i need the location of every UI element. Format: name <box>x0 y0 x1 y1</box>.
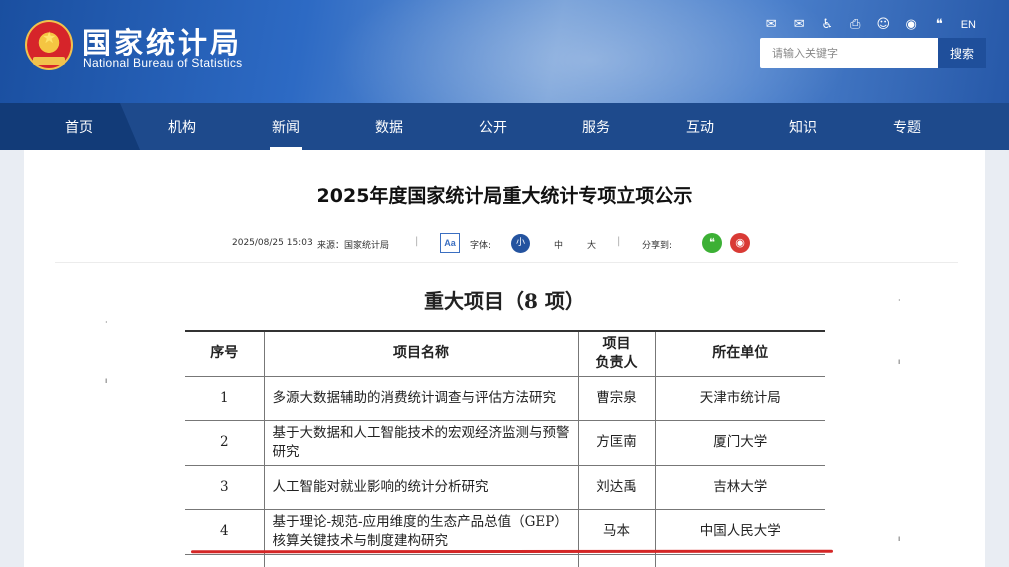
nav-item-services[interactable]: 服务 <box>556 103 636 150</box>
nav-item-institutions[interactable]: 机构 <box>142 103 222 150</box>
column-header-unit: 所在单位 <box>654 330 825 377</box>
highlight-underline <box>190 549 834 554</box>
row-no: 2 <box>185 420 265 466</box>
nav-item-topics[interactable]: 专题 <box>867 103 947 150</box>
row-no <box>185 554 265 567</box>
nav-item-data[interactable]: 数据 <box>349 103 429 150</box>
wechat-icon[interactable]: ❝ <box>930 17 949 33</box>
scan-speck: ı <box>105 376 108 385</box>
row-leader <box>577 554 656 567</box>
scan-speck: ı <box>898 357 901 366</box>
weibo-icon[interactable]: ◉ <box>902 17 921 33</box>
article-source: 来源：国家统计局 <box>317 241 390 251</box>
row-project-name: 基于大数据和人工智能技术的宏观经济监测与预警研究 <box>263 420 579 466</box>
row-unit: 厦门大学 <box>654 420 825 466</box>
top-utility-icons: ✉ ✉ ♿ ⎙ ☺ ◉ ❝ EN <box>762 17 976 33</box>
nav-item-public[interactable]: 公开 <box>453 103 533 150</box>
font-size-small-button[interactable]: 小 <box>511 234 530 253</box>
national-emblem-logo[interactable]: ★ <box>25 20 73 70</box>
accessible-reading-button[interactable]: Aa <box>440 233 460 253</box>
site-header: ★ 国家统计局 National Bureau of Statistics ✉ … <box>0 0 1009 103</box>
row-no: 3 <box>185 465 265 510</box>
column-header-name: 项目名称 <box>263 330 579 377</box>
nav-item-news[interactable]: 新闻 <box>246 103 326 150</box>
row-leader: 曹宗泉 <box>577 376 656 421</box>
article-container: 2025年度国家统计局重大统计专项立项公示 2025/08/25 15:03 来… <box>24 150 985 567</box>
article-date: 2025/08/25 15:03 <box>232 238 313 248</box>
row-unit: 天津市统计局 <box>654 376 825 421</box>
row-project-name <box>263 554 579 567</box>
meta-separator: | <box>415 236 419 247</box>
scan-speck: · <box>898 296 901 305</box>
share-wechat-icon[interactable]: ❝ <box>702 233 722 253</box>
print-icon[interactable]: ⎙ <box>846 17 865 33</box>
projects-table: 序号 项目名称 项目 负责人 所在单位 1 多源大数据辅助的消费统计调查与评估方… <box>185 330 825 567</box>
nav-item-knowledge[interactable]: 知识 <box>763 103 843 150</box>
font-size-large-button[interactable]: 大 <box>587 238 596 251</box>
column-header-leader: 项目 负责人 <box>577 330 656 377</box>
table-row: 4 基于理论-规范-应用维度的生态产品总值（GEP）核算关键技术与制度建构研究 … <box>185 509 825 555</box>
mail-icon[interactable]: ✉ <box>762 17 781 33</box>
scan-speck: · <box>105 318 108 327</box>
table-row: 1 多源大数据辅助的消费统计调查与评估方法研究 曹宗泉 天津市统计局 <box>185 376 825 421</box>
article-meta: 2025/08/25 15:03 来源：国家统计局 | Aa 字体: 小 中 大… <box>24 233 985 255</box>
nav-item-interaction[interactable]: 互动 <box>660 103 740 150</box>
column-header-leader-line2: 负责人 <box>595 354 638 371</box>
mailbox-icon[interactable]: ✉ <box>790 17 809 33</box>
row-unit: 中国人民大学 <box>654 509 825 555</box>
row-leader: 刘达禹 <box>577 465 656 510</box>
share-label: 分享到: <box>642 241 673 251</box>
search-button[interactable]: 搜索 <box>938 38 986 68</box>
table-row: 2 基于大数据和人工智能技术的宏观经济监测与预警研究 方匡南 厦门大学 <box>185 420 825 466</box>
site-logo-english[interactable]: National Bureau of Statistics <box>83 56 242 70</box>
search-input[interactable] <box>760 38 938 68</box>
column-header-no: 序号 <box>185 330 265 377</box>
robot-icon[interactable]: ☺ <box>874 17 893 33</box>
row-project-name: 人工智能对就业影响的统计分析研究 <box>263 465 579 510</box>
row-project-name: 多源大数据辅助的消费统计调查与评估方法研究 <box>263 376 579 421</box>
column-header-leader-line1: 项目 <box>602 335 631 352</box>
meta-separator: | <box>617 236 621 247</box>
nav-item-home[interactable]: 首页 <box>39 103 119 150</box>
scan-speck: ı <box>898 534 901 543</box>
row-no: 4 <box>185 509 265 555</box>
font-size-label: 字体: <box>470 241 492 251</box>
row-leader: 方匡南 <box>577 420 656 466</box>
row-project-name: 基于理论-规范-应用维度的生态产品总值（GEP）核算关键技术与制度建构研究 <box>263 509 579 555</box>
font-size-medium-button[interactable]: 中 <box>554 238 563 251</box>
accessibility-icon[interactable]: ♿ <box>818 17 837 33</box>
table-row: 3 人工智能对就业影响的统计分析研究 刘达禹 吉林大学 <box>185 465 825 510</box>
meta-divider <box>55 262 958 263</box>
main-nav: 首页 机构 新闻 数据 公开 服务 互动 知识 专题 <box>0 103 1009 150</box>
article-title: 2025年度国家统计局重大统计专项立项公示 <box>316 185 693 207</box>
table-row-partial <box>185 554 825 567</box>
english-link[interactable]: EN <box>961 17 976 33</box>
row-leader: 马本 <box>577 509 656 555</box>
document-heading: 重大项目（8 项） <box>424 289 585 313</box>
row-unit <box>654 554 825 567</box>
table-header-row: 序号 项目名称 项目 负责人 所在单位 <box>185 330 825 377</box>
row-no: 1 <box>185 376 265 421</box>
row-unit: 吉林大学 <box>654 465 825 510</box>
share-weibo-icon[interactable]: ◉ <box>730 233 750 253</box>
